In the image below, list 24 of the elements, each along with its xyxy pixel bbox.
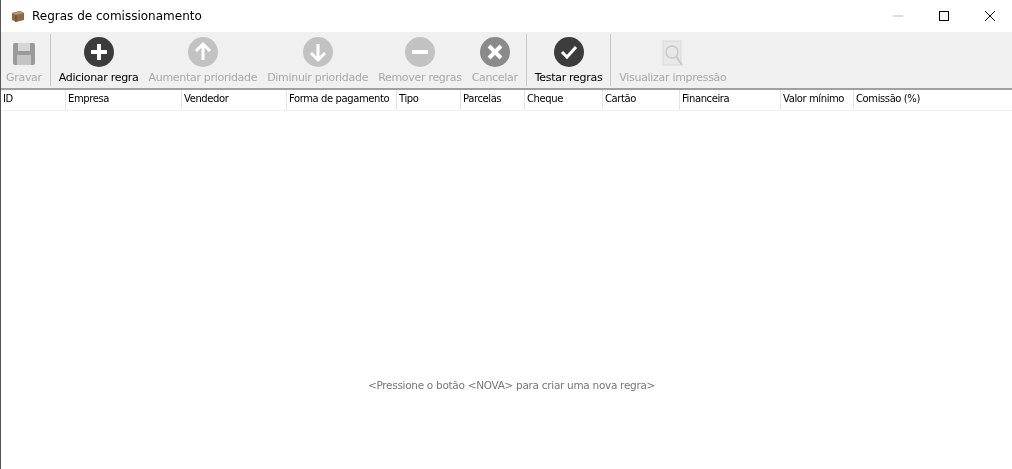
column-header[interactable]: Parcelas bbox=[461, 90, 525, 110]
app-icon bbox=[10, 8, 26, 24]
column-header[interactable]: Financeira bbox=[680, 90, 781, 110]
down-arrow-circle-icon bbox=[301, 36, 334, 68]
toolbar-button[interactable]: Testar regras bbox=[529, 32, 608, 88]
empty-message: <Pressione o botão <NOVA> para criar uma nova regra> bbox=[367, 379, 656, 391]
column-header[interactable]: Valor mínimo bbox=[781, 90, 854, 110]
column-header[interactable]: Comissão (%) bbox=[854, 90, 1012, 110]
column-header[interactable]: ID bbox=[1, 90, 66, 110]
close-icon[interactable] bbox=[985, 11, 995, 21]
column-header[interactable]: Tipo bbox=[397, 90, 461, 110]
maximize-icon[interactable] bbox=[939, 11, 949, 21]
checkmark-circle-icon bbox=[552, 36, 585, 68]
window-title: Regras de comissionamento bbox=[32, 9, 202, 23]
toolbar-button[interactable]: Adicionar regra bbox=[53, 32, 144, 88]
column-header[interactable]: Vendedor bbox=[182, 90, 287, 110]
column-header[interactable]: Empresa bbox=[66, 90, 182, 110]
column-header[interactable]: Cartão bbox=[603, 90, 680, 110]
column-header[interactable]: Forma de pagamento bbox=[287, 90, 397, 110]
x-circle-icon bbox=[478, 36, 511, 68]
column-header[interactable]: Cheque bbox=[525, 90, 603, 110]
plus-circle-icon bbox=[82, 36, 115, 68]
minus-circle-icon bbox=[403, 36, 436, 68]
up-arrow-circle-icon bbox=[186, 36, 219, 68]
